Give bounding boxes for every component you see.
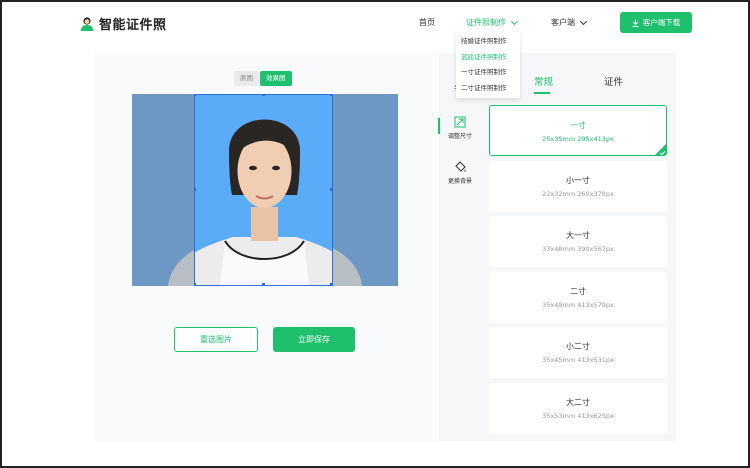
size-card-dims: 35x49mm 413x579px	[542, 301, 614, 309]
size-card[interactable]: 小二寸 35x45mm 413x531px	[489, 327, 667, 378]
size-card[interactable]: 一寸 25x35mm 295x413px	[489, 105, 667, 156]
crop-handle[interactable]	[330, 283, 332, 285]
tab-normal[interactable]: 常规	[534, 74, 553, 88]
nav-client[interactable]: 客户端	[551, 17, 588, 28]
dropdown-item-two-inch[interactable]: 二寸证件照制作	[456, 81, 520, 97]
size-card[interactable]: 二寸 35x49mm 413x579px	[489, 272, 667, 323]
person-logo-icon	[81, 17, 93, 31]
dropdown-item-blue-bg[interactable]: 蓝底证件照制作	[456, 50, 520, 66]
size-card[interactable]: 大一寸 33x48mm 390x567px	[489, 216, 667, 267]
chevron-down-icon	[510, 17, 519, 25]
size-card-dims: 35x53mm 413x625px	[542, 412, 614, 420]
size-card-dims: 35x45mm 413x531px	[542, 356, 614, 364]
top-header: 智能证件照 首页 证件照制作 客户端 客户端下载	[0, 0, 750, 44]
download-icon	[632, 18, 639, 27]
size-card-name: 大二寸	[566, 398, 590, 407]
client-download-button[interactable]: 客户端下载	[620, 12, 692, 33]
save-now-button[interactable]: 立即保存	[273, 327, 355, 352]
tool-resize[interactable]: 调整尺寸	[441, 116, 479, 140]
brand-name: 智能证件照	[99, 18, 167, 33]
reselect-image-button[interactable]: 重选图片	[174, 327, 258, 352]
portrait-image	[195, 119, 332, 285]
size-card-name: 小一寸	[566, 176, 590, 185]
paint-bucket-icon	[454, 161, 466, 172]
tab-normal-underline	[534, 92, 550, 94]
size-card-name: 小二寸	[566, 342, 590, 351]
photo-crop-area[interactable]	[194, 94, 333, 286]
toggle-original[interactable]: 原图	[234, 71, 259, 86]
size-card-name: 二寸	[570, 287, 586, 296]
size-card-dims: 33x48mm 390x567px	[542, 245, 614, 253]
nav-home[interactable]: 首页	[419, 17, 435, 28]
crop-handle[interactable]	[262, 95, 265, 96]
dropdown-item-wedding[interactable]: 结婚证件照制作	[456, 34, 520, 50]
logo[interactable]: 智能证件照	[80, 14, 167, 33]
crop-handle[interactable]	[330, 188, 332, 191]
size-card-dims: 25x35mm 295x413px	[542, 135, 614, 143]
dropdown-item-one-inch[interactable]: 一寸证件照制作	[456, 65, 520, 81]
tool-active-indicator	[438, 118, 440, 134]
nav-id-photo-make[interactable]: 证件照制作	[466, 17, 519, 28]
crop-handle[interactable]	[330, 95, 332, 96]
tool-resize-label: 调整尺寸	[447, 133, 472, 140]
size-card[interactable]: 大二寸 35x53mm 413x625px	[489, 383, 667, 434]
tool-background-label: 更换背景	[447, 178, 472, 185]
crop-handle[interactable]	[262, 283, 265, 285]
client-download-label: 客户端下载	[642, 18, 681, 27]
crop-handle[interactable]	[195, 188, 196, 191]
size-card-dims: 22x32mm 260x378px	[542, 190, 614, 198]
tab-id[interactable]: 证件	[604, 74, 623, 88]
toggle-effect[interactable]: 效果图	[260, 71, 292, 86]
chevron-down-icon	[579, 17, 588, 25]
size-card-name: 大一寸	[566, 231, 590, 240]
crop-handle[interactable]	[195, 283, 196, 285]
nav-client-label: 客户端	[551, 18, 575, 27]
crop-handle[interactable]	[195, 95, 196, 96]
nav-id-photo-make-label: 证件照制作	[466, 18, 506, 27]
size-card[interactable]: 小一寸 22x32mm 260x378px	[489, 161, 667, 212]
resize-icon	[454, 116, 466, 128]
size-card-name: 一寸	[570, 121, 586, 130]
tool-background[interactable]: 更换背景	[441, 160, 479, 185]
id-photo-dropdown: 结婚证件照制作 蓝底证件照制作 一寸证件照制作 二寸证件照制作	[456, 30, 520, 98]
view-toggle: 原图 效果图	[234, 71, 292, 86]
